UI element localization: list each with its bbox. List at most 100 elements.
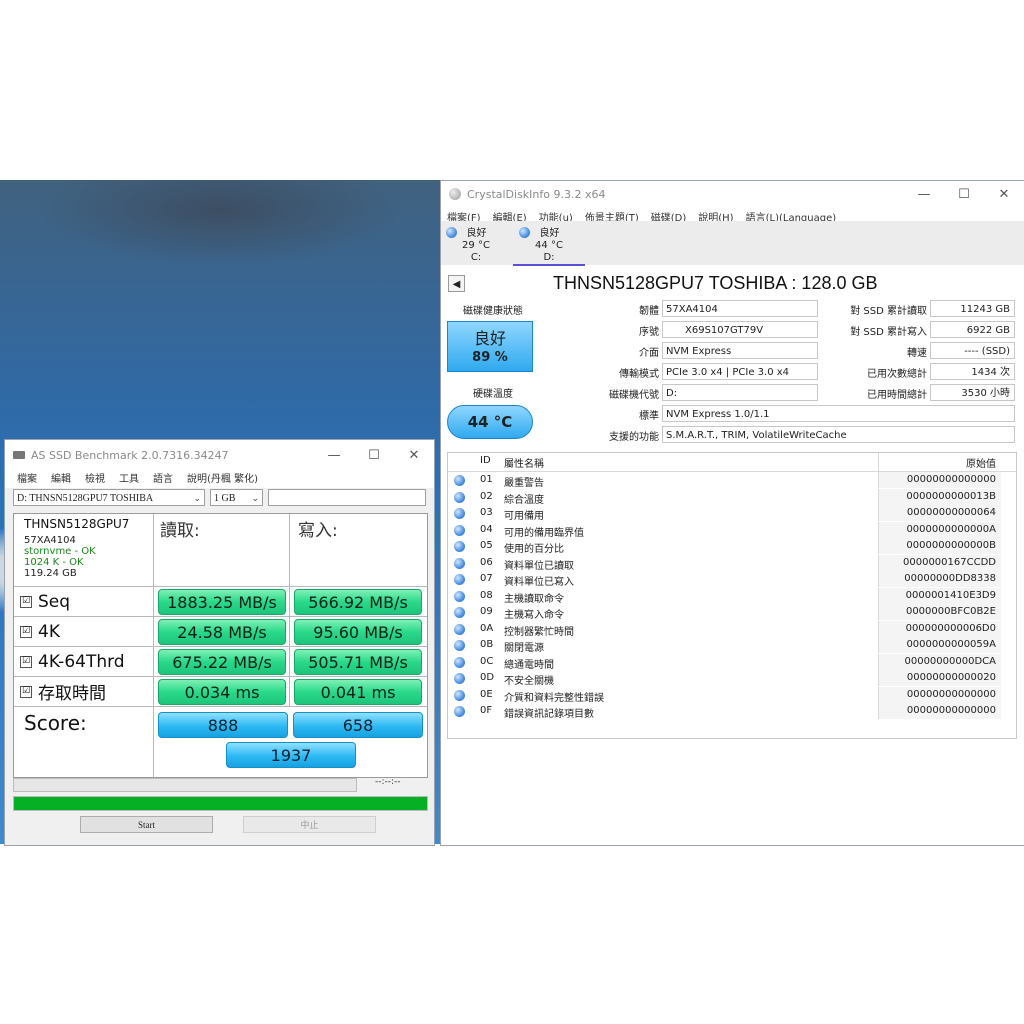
checkbox-icon[interactable]: ☑ bbox=[20, 595, 32, 608]
seq-write-value: 566.92 MB/s bbox=[294, 589, 422, 615]
smart-name: 使用的百分比 bbox=[504, 544, 564, 555]
prev-disk-button[interactable]: ◀ bbox=[448, 275, 465, 292]
status-good-icon bbox=[518, 227, 530, 238]
total-read-value: 11243 GB bbox=[930, 300, 1015, 317]
row-4k64-label[interactable]: ☑ 4K-64Thrd bbox=[14, 647, 154, 677]
smart-row[interactable]: 09 主機寫入命令 0000000BFC0B2E bbox=[448, 604, 1016, 621]
row-4k-label[interactable]: ☑ 4K bbox=[14, 617, 154, 647]
drive-d-temp: 44 °C bbox=[535, 240, 563, 251]
smart-row[interactable]: 0D 不安全關機 00000000000020 bbox=[448, 670, 1016, 687]
maximize-button[interactable]: ☐ bbox=[944, 187, 984, 202]
smart-row[interactable]: 02 綜合溫度 0000000000013B bbox=[448, 488, 1016, 506]
progress-time: --:--:-- bbox=[375, 777, 401, 787]
smart-row[interactable]: 04 可用的備用臨界值 0000000000000A bbox=[448, 521, 1016, 539]
drive-tab-d[interactable]: 良好 44 °C D: bbox=[513, 225, 585, 266]
menu-file[interactable]: 檔案 bbox=[17, 470, 37, 485]
smart-name: 可用的備用臨界值 bbox=[504, 527, 584, 539]
drive-capacity: 119.24 GB bbox=[24, 568, 77, 579]
drive-d-letter: D: bbox=[543, 252, 555, 263]
as-ssd-window: AS SSD Benchmark 2.0.7316.34247 — ☐ ✕ 檔案… bbox=[4, 439, 435, 846]
smart-row[interactable]: 0F 錯誤資訊記錄項目數 00000000000000 bbox=[448, 703, 1016, 720]
custom-input[interactable] bbox=[268, 489, 426, 506]
row-label-text: 存取時間 bbox=[38, 684, 106, 704]
size-select-value: 1 GB bbox=[214, 493, 236, 504]
smart-row[interactable]: 01 嚴重警告 00000000000000 bbox=[448, 472, 1016, 489]
maximize-button[interactable]: ☐ bbox=[354, 448, 394, 463]
smart-raw: 0000000167CCDD bbox=[903, 556, 996, 568]
close-button[interactable]: ✕ bbox=[984, 187, 1024, 202]
checkbox-icon[interactable]: ☑ bbox=[20, 625, 32, 638]
app-drive-icon bbox=[13, 451, 25, 459]
smart-id: 0F bbox=[480, 705, 493, 716]
disk-title: THNSN5128GPU7 TOSHIBA : 128.0 GB bbox=[553, 273, 878, 293]
drive-d-status: 良好 bbox=[539, 228, 560, 239]
menu-edit[interactable]: 編輯 bbox=[51, 470, 71, 485]
seq-read-cell: 1883.25 MB/s bbox=[154, 587, 290, 617]
smart-row[interactable]: 06 資料單位已讀取 0000000167CCDD bbox=[448, 554, 1016, 572]
drive-select-value: D: THNSN5128GPU7 TOSHIBA bbox=[17, 493, 154, 504]
progress-bar bbox=[13, 796, 428, 811]
smart-row[interactable]: 0C 總通電時間 00000000000DCA bbox=[448, 653, 1016, 671]
firmware-value: 57XA4104 bbox=[662, 300, 818, 317]
smart-row[interactable]: 08 主機讀取命令 0000001410E3D9 bbox=[448, 587, 1016, 605]
smart-row[interactable]: 0A 控制器繁忙時間 000000000006D0 bbox=[448, 620, 1016, 638]
checkbox-icon[interactable]: ☑ bbox=[20, 655, 32, 668]
smart-name: 控制器繁忙時間 bbox=[504, 626, 574, 638]
checkbox-icon[interactable]: ☑ bbox=[20, 685, 32, 698]
drive-tab-c[interactable]: 良好 29 °C C: bbox=[441, 225, 511, 264]
close-button[interactable]: ✕ bbox=[394, 448, 434, 463]
menu-tools[interactable]: 工具 bbox=[119, 470, 139, 485]
menu-language[interactable]: 語言 bbox=[153, 470, 173, 485]
chevron-down-icon: ⌄ bbox=[193, 493, 201, 503]
smart-raw: 0000000000013B bbox=[906, 490, 996, 502]
header-id[interactable]: ID bbox=[480, 455, 491, 466]
crystaldiskinfo-window: CrystalDiskInfo 9.3.2 x64 — ☐ ✕ 檔案(F) 編輯… bbox=[440, 180, 1024, 846]
total-write-value: 6922 GB bbox=[930, 321, 1015, 338]
status-good-icon bbox=[454, 524, 465, 536]
minimize-button[interactable]: — bbox=[904, 187, 944, 202]
header-name[interactable]: 屬性名稱 bbox=[504, 455, 544, 470]
stop-button[interactable]: 中止 bbox=[243, 816, 376, 833]
smart-id: 0D bbox=[480, 672, 495, 683]
field-label: 韌體 bbox=[639, 306, 659, 317]
smart-id: 0C bbox=[480, 655, 494, 667]
minimize-button[interactable]: — bbox=[314, 448, 354, 463]
menu-view[interactable]: 檢視 bbox=[85, 470, 105, 485]
row-access-label[interactable]: ☑ 存取時間 bbox=[14, 677, 154, 707]
size-select[interactable]: 1 GB ⌄ bbox=[210, 489, 263, 506]
score-total: 1937 bbox=[226, 742, 356, 768]
row-seq-label[interactable]: ☑ Seq bbox=[14, 587, 154, 617]
smart-raw: 0000000000059A bbox=[906, 639, 996, 650]
smart-name: 綜合溫度 bbox=[504, 494, 544, 506]
status-good-icon bbox=[454, 656, 465, 668]
seq-write-cell: 566.92 MB/s bbox=[290, 587, 427, 617]
power-on-hours-value: 3530 小時 bbox=[930, 384, 1015, 401]
smart-row[interactable]: 05 使用的百分比 0000000000000B bbox=[448, 538, 1016, 555]
smart-row[interactable]: 03 可用備用 00000000000064 bbox=[448, 505, 1016, 522]
smart-id: 07 bbox=[480, 573, 493, 584]
smart-name: 可用備用 bbox=[504, 511, 544, 522]
menu-help[interactable]: 說明(丹楓 繁化) bbox=[187, 470, 258, 485]
smart-name: 嚴重警告 bbox=[504, 478, 544, 489]
read-header: 讀取: bbox=[154, 514, 290, 587]
row-label-text: 4K bbox=[38, 621, 60, 642]
smart-raw: 0000000000000B bbox=[906, 540, 996, 551]
interface-value: NVM Express bbox=[662, 342, 818, 359]
smart-raw: 00000000DD8338 bbox=[904, 573, 996, 584]
smart-row[interactable]: 0E 介質和資料完整性錯誤 00000000000000 bbox=[448, 686, 1016, 704]
triangle-left-icon: ◀ bbox=[452, 279, 461, 290]
smart-row[interactable]: 0B 關閉電源 0000000000059A bbox=[448, 637, 1016, 654]
smart-name: 主機寫入命令 bbox=[504, 610, 564, 621]
drive-select[interactable]: D: THNSN5128GPU7 TOSHIBA ⌄ bbox=[13, 489, 205, 506]
smart-id: 0E bbox=[480, 688, 493, 700]
status-good-icon bbox=[454, 574, 465, 585]
smart-name: 錯誤資訊記錄項目數 bbox=[504, 709, 594, 720]
4k64-read-cell: 675.22 MB/s bbox=[154, 647, 290, 677]
smart-table: ID 屬性名稱 原始值 01 嚴重警告 00000000000000 02 綜合溫度 00… bbox=[447, 452, 1017, 739]
start-button[interactable]: Start bbox=[80, 816, 213, 833]
temperature-badge: 44 °C bbox=[447, 405, 533, 439]
smart-row[interactable]: 07 資料單位已寫入 00000000DD8338 bbox=[448, 571, 1016, 588]
header-raw[interactable]: 原始值 bbox=[966, 455, 996, 470]
field-label: 磁碟機代號 bbox=[609, 390, 659, 401]
smart-id: 0B bbox=[480, 639, 494, 650]
